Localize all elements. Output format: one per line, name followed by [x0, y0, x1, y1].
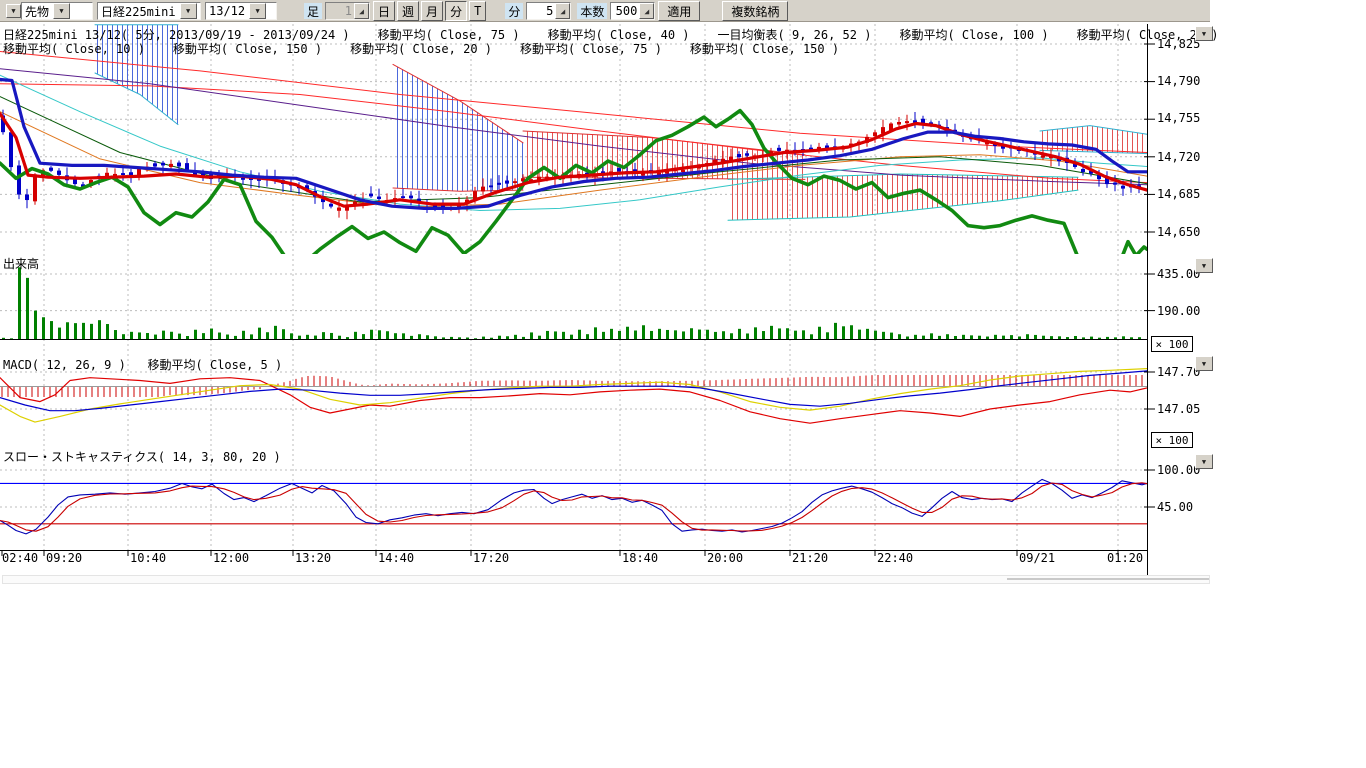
instrument-type-value: 先物 [25, 3, 49, 20]
time-axis-label: 09:20 [46, 551, 82, 565]
legend-item: 移動平均( Close, 150 ) [173, 42, 322, 56]
period-tick-button[interactable]: T [469, 1, 486, 21]
macd-multiplier-badge: × 100 [1151, 432, 1193, 448]
chart-canvas[interactable] [0, 24, 1210, 584]
multi-symbol-button[interactable]: 複数銘柄 [722, 1, 788, 21]
horizontal-scrollbar[interactable] [2, 575, 1210, 584]
stochastics-panel-label: スロー・ストキャスティクス( 14, 3, 80, 20 ) [3, 448, 281, 465]
legend-item: 移動平均( Close, 10 ) [3, 42, 145, 56]
time-axis-label: 21:20 [792, 551, 828, 565]
minute-value: 5 [527, 4, 555, 18]
minute-label: 分 [505, 3, 523, 19]
time-axis-label: 22:40 [877, 551, 913, 565]
price-axis-tick: 14,825 [1157, 37, 1200, 51]
bar-interval-stepper[interactable]: 1 ◢ [325, 2, 370, 20]
spinner-icon[interactable]: ◢ [555, 3, 570, 19]
chevron-down-icon: ▼ [1202, 262, 1206, 270]
time-axis-label: 20:00 [707, 551, 743, 565]
period-day-button[interactable]: 日 [373, 1, 395, 21]
volume-multiplier-badge: × 100 [1151, 336, 1193, 352]
time-axis-label: 14:40 [378, 551, 414, 565]
volume-panel-label: 出来高 [3, 255, 39, 272]
instrument-type-combo[interactable]: 先物 ▼ [21, 2, 93, 20]
window-combo-arrow[interactable]: ▼ [6, 4, 21, 18]
trading-chart-app: ▼ 先物 ▼ 日経225mini ▼ 13/12 ▼ 足 1 ◢ 日 週 月 分… [0, 0, 1366, 768]
bar-count-value: 500 [611, 4, 639, 18]
time-axis-label: 01:20 [1107, 551, 1143, 565]
toolbar: ▼ 先物 ▼ 日経225mini ▼ 13/12 ▼ 足 1 ◢ 日 週 月 分… [0, 0, 1210, 22]
period-week-button[interactable]: 週 [397, 1, 419, 21]
time-axis-label: 17:20 [473, 551, 509, 565]
macd-axis-tick: 147.05 [1157, 402, 1200, 416]
legend-item: 移動平均( Close, 100 ) [899, 28, 1048, 42]
macd-panel-label: MACD( 12, 26, 9 ) 移動平均( Close, 5 ) [3, 356, 282, 373]
price-axis-tick: 14,790 [1157, 74, 1200, 88]
period-minute-button[interactable]: 分 [445, 1, 467, 21]
scrollbar-thumb[interactable] [1007, 578, 1209, 580]
apply-button[interactable]: 適用 [658, 1, 700, 21]
time-axis-label: 12:00 [213, 551, 249, 565]
price-axis-tick: 14,720 [1157, 150, 1200, 164]
period-month-button[interactable]: 月 [421, 1, 443, 21]
spinner-icon[interactable]: ◢ [639, 3, 654, 19]
bar-type-label: 足 [304, 3, 322, 19]
stoch-axis-tick: 100.00 [1157, 463, 1200, 477]
macd-ma-label: 移動平均( Close, 5 ) [148, 358, 283, 372]
chevron-down-icon[interactable]: ▼ [249, 3, 266, 19]
macd-axis-tick: 147.70 [1157, 365, 1200, 379]
symbol-combo[interactable]: 日経225mini ▼ [97, 2, 201, 20]
price-axis-tick: 14,650 [1157, 225, 1200, 239]
bar-count-label: 本数 [577, 3, 607, 19]
bar-interval-value: 1 [326, 4, 354, 18]
bar-count-stepper[interactable]: 500 ◢ [610, 2, 655, 20]
legend-row-2: 移動平均( Close, 10 ) 移動平均( Close, 150 ) 移動平均(… [3, 40, 867, 57]
chart-area: 日経225mini 13/12( 5分, 2013/09/19 - 2013/0… [0, 22, 1366, 622]
contract-month-combo[interactable]: 13/12 ▼ [205, 2, 277, 20]
legend-item: 移動平均( Close, 20 ) [350, 42, 492, 56]
legend-item: 移動平均( Close, 150 ) [690, 42, 839, 56]
time-axis-label: 13:20 [295, 551, 331, 565]
volume-panel-menu-button[interactable]: ▼ [1195, 258, 1213, 273]
contract-month-value: 13/12 [209, 4, 245, 18]
symbol-value: 日経225mini [101, 3, 176, 20]
stoch-axis-tick: 45.00 [1157, 500, 1193, 514]
price-axis-tick: 14,755 [1157, 111, 1200, 125]
time-axis-label: 02:40 [2, 551, 38, 565]
chevron-down-icon: ▼ [1202, 458, 1206, 466]
chevron-down-icon[interactable]: ▼ [53, 3, 70, 19]
time-axis-label: 18:40 [622, 551, 658, 565]
chevron-down-icon[interactable]: ▼ [180, 3, 197, 19]
chevron-down-icon: ▼ [1202, 360, 1206, 368]
macd-label: MACD( 12, 26, 9 ) [3, 358, 126, 372]
time-axis-label: 09/21 [1019, 551, 1055, 565]
volume-axis-tick: 435.00 [1157, 267, 1200, 281]
minute-stepper[interactable]: 5 ◢ [526, 2, 571, 20]
volume-axis-tick: 190.00 [1157, 304, 1200, 318]
price-panel-menu-button[interactable]: ▼ [1195, 26, 1213, 41]
spinner-icon[interactable]: ◢ [354, 3, 369, 19]
legend-item: 移動平均( Close, 75 ) [520, 42, 662, 56]
time-axis-label: 10:40 [130, 551, 166, 565]
chevron-down-icon: ▼ [1202, 30, 1206, 38]
price-axis-tick: 14,685 [1157, 187, 1200, 201]
stoch-panel-menu-button[interactable]: ▼ [1195, 454, 1213, 469]
macd-panel-menu-button[interactable]: ▼ [1195, 356, 1213, 371]
